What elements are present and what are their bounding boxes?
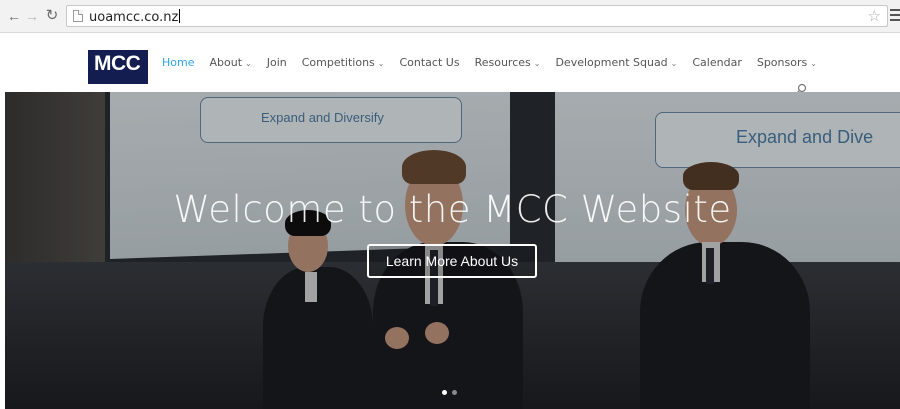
slider-dots bbox=[442, 382, 462, 400]
nav-item-label: Development Squad bbox=[555, 56, 668, 69]
url-text[interactable]: uoamcc.co.nz bbox=[89, 9, 181, 25]
menu-icon[interactable] bbox=[890, 9, 900, 24]
nav-item-contact-us[interactable]: Contact Us bbox=[399, 54, 459, 72]
nav-item-label: Competitions bbox=[301, 56, 375, 69]
chevron-down-icon: ⌄ bbox=[533, 59, 541, 68]
address-bar[interactable]: uoamcc.co.nz ☆ bbox=[66, 5, 888, 27]
nav-item-label: About bbox=[209, 56, 243, 69]
nav-item-label: Resources bbox=[474, 56, 531, 69]
chevron-down-icon: ⌄ bbox=[377, 59, 385, 68]
main-navigation: Home About ⌄ Join Competitions ⌄ Contact Us Res… bbox=[162, 53, 832, 73]
forward-arrow-icon[interactable]: → bbox=[24, 8, 40, 24]
nav-item-label: Contact Us bbox=[399, 56, 460, 69]
nav-item-sponsors[interactable]: Sponsors ⌄ bbox=[757, 54, 817, 73]
browser-toolbar: ← → ↻ uoamcc.co.nz ☆ bbox=[0, 0, 900, 33]
chevron-down-icon: ⌄ bbox=[245, 59, 252, 68]
nav-item-label: Calendar bbox=[692, 56, 742, 69]
logo-text: MCC bbox=[94, 52, 141, 75]
page-icon bbox=[73, 10, 83, 22]
chevron-down-icon: ⌄ bbox=[810, 59, 817, 68]
nav-item-calendar[interactable]: Calendar bbox=[692, 54, 741, 72]
back-arrow-icon[interactable]: ← bbox=[6, 8, 22, 24]
hero-slider: Expand and Diversify Expand and Dive Wel… bbox=[5, 92, 900, 409]
slider-dot[interactable] bbox=[442, 390, 447, 395]
nav-item-home[interactable]: Home bbox=[162, 54, 194, 72]
reload-icon[interactable]: ↻ bbox=[44, 8, 60, 24]
nav-item-label: Home bbox=[162, 56, 195, 69]
chevron-down-icon: ⌄ bbox=[670, 59, 678, 68]
hero-title: Welcome to the MCC Website bbox=[173, 188, 732, 231]
nav-item-development-squad[interactable]: Development Squad ⌄ bbox=[555, 54, 677, 73]
learn-more-button[interactable]: Learn More About Us bbox=[367, 244, 537, 278]
nav-item-join[interactable]: Join bbox=[267, 54, 287, 72]
nav-item-competitions[interactable]: Competitions ⌄ bbox=[302, 54, 385, 73]
nav-item-resources[interactable]: Resources ⌄ bbox=[475, 54, 541, 73]
nav-item-about[interactable]: About ⌄ bbox=[209, 54, 251, 73]
nav-item-label: Sponsors bbox=[756, 56, 808, 69]
bookmark-star-icon[interactable]: ☆ bbox=[868, 7, 881, 25]
text-caret bbox=[179, 9, 181, 23]
site-logo[interactable]: MCC bbox=[88, 50, 148, 84]
site-header: MCC Home About ⌄ Join Competitions ⌄ Contact U… bbox=[0, 33, 900, 95]
nav-item-label: Join bbox=[266, 56, 287, 69]
slider-dot[interactable] bbox=[452, 390, 457, 395]
